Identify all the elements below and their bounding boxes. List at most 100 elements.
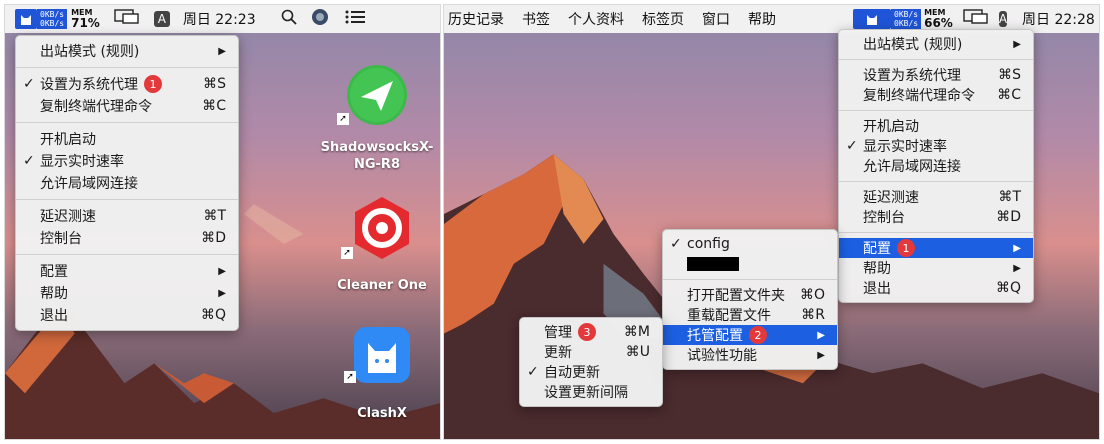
- menu-separator: [663, 279, 837, 280]
- menu-item-copy-terminal-command[interactable]: 复制终端代理命令 ⌘C: [16, 95, 238, 117]
- menu-item-allow-lan[interactable]: 允许局域网连接: [16, 172, 238, 194]
- desktop-icon-clashx[interactable]: ➚ ClashX: [337, 325, 427, 422]
- menu-item-update-interval[interactable]: 设置更新间隔: [520, 382, 662, 402]
- alias-arrow-icon: ➚: [341, 247, 353, 259]
- menubar-item[interactable]: 标签页: [633, 9, 693, 29]
- menu-item-label: 设置为系统代理: [863, 68, 961, 84]
- menu-item-label: 控制台: [863, 210, 905, 226]
- menubar-item[interactable]: 历史记录: [444, 9, 513, 29]
- checkmark-icon: ✓: [527, 364, 539, 380]
- menu-item-redacted-profile[interactable]: [663, 254, 837, 274]
- clashx-app-icon: ➚: [344, 325, 412, 385]
- menu-item-outbound-mode[interactable]: 出站模式 (规则) ▶: [16, 40, 238, 62]
- menu-item-label: 重载配置文件: [687, 308, 771, 324]
- search-icon[interactable]: [281, 9, 297, 29]
- right-screenshot-panel: 历史记录 书签 个人资料 标签页 窗口 帮助 0KB/s 0KB/s MEM 6…: [443, 4, 1100, 440]
- checkmark-icon: ✓: [23, 153, 35, 169]
- menubar-item[interactable]: 个人资料: [559, 9, 633, 29]
- menu-item-latency-test[interactable]: 延迟测速 ⌘T: [16, 205, 238, 227]
- menu-item-latency-test[interactable]: 延迟测速 ⌘T: [839, 187, 1033, 207]
- menu-item-config-profile[interactable]: ✓ config: [663, 234, 837, 254]
- status-item-proxy[interactable]: 0KB/s 0KB/s: [853, 9, 922, 29]
- menu-item-label: 延迟测速: [863, 190, 919, 206]
- menu-item-console[interactable]: 控制台 ⌘D: [16, 227, 238, 249]
- desktop-icon-shadowsocks[interactable]: ➚ ShadowsocksX- NG-R8: [317, 63, 437, 173]
- submenu-arrow-icon: ▶: [817, 349, 825, 361]
- menubar-item[interactable]: 帮助: [739, 9, 785, 29]
- menu-item-label: 配置: [40, 264, 68, 280]
- menu-item-experimental[interactable]: 试验性功能 ▶: [663, 345, 837, 365]
- display-mirror-icon[interactable]: [114, 9, 140, 29]
- shortcut-label: ⌘T: [998, 189, 1021, 205]
- menu-item-label: 允许局域网连接: [40, 176, 138, 192]
- menu-item-update[interactable]: 更新 ⌘U: [520, 342, 662, 362]
- shadowsocks-app-icon: ➚: [337, 63, 409, 127]
- clock[interactable]: 周日 22:23: [174, 9, 265, 29]
- menu-separator: [839, 181, 1033, 182]
- step-badge: 2: [749, 326, 767, 344]
- display-mirror-icon[interactable]: [963, 9, 989, 29]
- menu-item-launch-at-login[interactable]: 开机启动: [839, 116, 1033, 136]
- status-item-proxy[interactable]: 0KB/s 0KB/s: [15, 9, 68, 29]
- network-speed-readout: 0KB/s 0KB/s: [37, 9, 68, 29]
- user-avatar-icon[interactable]: [311, 8, 329, 30]
- menu-separator: [16, 254, 238, 255]
- menu-separator: [16, 67, 238, 68]
- proxy-menu: 出站模式 (规则) ▶ ✓ 设置为系统代理 1 ⌘S 复制终端代理命令 ⌘C 开…: [15, 35, 239, 331]
- menu-item-launch-at-login[interactable]: 开机启动: [16, 128, 238, 150]
- menu-item-label: 退出: [863, 281, 891, 297]
- menu-item-label: 出站模式 (规则): [40, 44, 140, 60]
- menu-item-show-speed[interactable]: ✓ 显示实时速率: [16, 150, 238, 172]
- menu-item-label: 复制终端代理命令: [40, 99, 152, 115]
- menu-item-label: 允许局域网连接: [863, 159, 961, 175]
- input-source-badge[interactable]: A: [998, 11, 1008, 27]
- menu-item-show-speed[interactable]: ✓ 显示实时速率: [839, 136, 1033, 156]
- clock[interactable]: 周日 22:28: [1013, 9, 1099, 29]
- menu-item-open-config-folder[interactable]: 打开配置文件夹 ⌘O: [663, 285, 837, 305]
- cat-icon[interactable]: [853, 9, 891, 29]
- menu-item-copy-terminal-command[interactable]: 复制终端代理命令 ⌘C: [839, 85, 1033, 105]
- desktop-icon-cleaner-one[interactable]: ➚ Cleaner One: [327, 195, 437, 294]
- shortcut-label: ⌘C: [997, 87, 1021, 103]
- upload-speed: 0KB/s: [894, 10, 919, 19]
- memory-percent: 66%: [924, 16, 953, 30]
- menu-item-label: 打开配置文件夹: [687, 288, 785, 304]
- proxy-menu: 出站模式 (规则) ▶ 设置为系统代理 ⌘S 复制终端代理命令 ⌘C 开机启动 …: [838, 29, 1034, 303]
- alias-arrow-icon: ➚: [344, 371, 356, 383]
- menu-item-console[interactable]: 控制台 ⌘D: [839, 207, 1033, 227]
- menu-item-auto-update[interactable]: ✓ 自动更新: [520, 362, 662, 382]
- submenu-arrow-icon: ▶: [218, 287, 226, 299]
- menu-item-set-system-proxy[interactable]: ✓ 设置为系统代理 1 ⌘S: [16, 73, 238, 95]
- shortcut-label: ⌘Q: [200, 307, 226, 323]
- icon-label: Cleaner One: [337, 278, 427, 293]
- menubar-item[interactable]: 书签: [513, 9, 559, 29]
- menu-item-quit[interactable]: 退出 ⌘Q: [839, 278, 1033, 298]
- menu-item-config[interactable]: 配置 ▶: [16, 260, 238, 282]
- menu-item-manage[interactable]: 管理 3 ⌘M: [520, 322, 662, 342]
- notification-center-icon[interactable]: [345, 10, 365, 28]
- menu-item-quit[interactable]: 退出 ⌘Q: [16, 304, 238, 326]
- menu-item-help[interactable]: 帮助 ▶: [16, 282, 238, 304]
- menu-item-managed-config[interactable]: 托管配置 2 ▶: [663, 325, 837, 345]
- menu-item-help[interactable]: 帮助 ▶: [839, 258, 1033, 278]
- menu-item-label: 控制台: [40, 231, 82, 247]
- memory-status[interactable]: MEM 71%: [71, 9, 100, 30]
- menubar-item[interactable]: 窗口: [693, 9, 739, 29]
- memory-status[interactable]: MEM 66%: [924, 9, 953, 30]
- menu-item-label: 延迟测速: [40, 209, 96, 225]
- icon-label: ShadowsocksX-: [320, 140, 434, 155]
- menu-bar: 0KB/s 0KB/s MEM 71% A 周日 22:23: [5, 5, 440, 33]
- menu-item-config[interactable]: 配置 1 ▶: [839, 238, 1033, 258]
- menu-item-set-system-proxy[interactable]: 设置为系统代理 ⌘S: [839, 65, 1033, 85]
- menu-separator: [839, 110, 1033, 111]
- menu-item-reload-config[interactable]: 重载配置文件 ⌘R: [663, 305, 837, 325]
- menu-item-outbound-mode[interactable]: 出站模式 (规则) ▶: [839, 34, 1033, 54]
- menu-item-allow-lan[interactable]: 允许局域网连接: [839, 156, 1033, 176]
- menu-separator: [839, 59, 1033, 60]
- menu-item-label: 出站模式 (规则): [863, 37, 963, 53]
- step-badge: 3: [578, 323, 596, 341]
- icon-label: ClashX: [357, 406, 407, 421]
- shortcut-label: ⌘D: [201, 230, 226, 246]
- cat-icon[interactable]: [15, 9, 37, 29]
- input-source-badge[interactable]: A: [153, 11, 170, 27]
